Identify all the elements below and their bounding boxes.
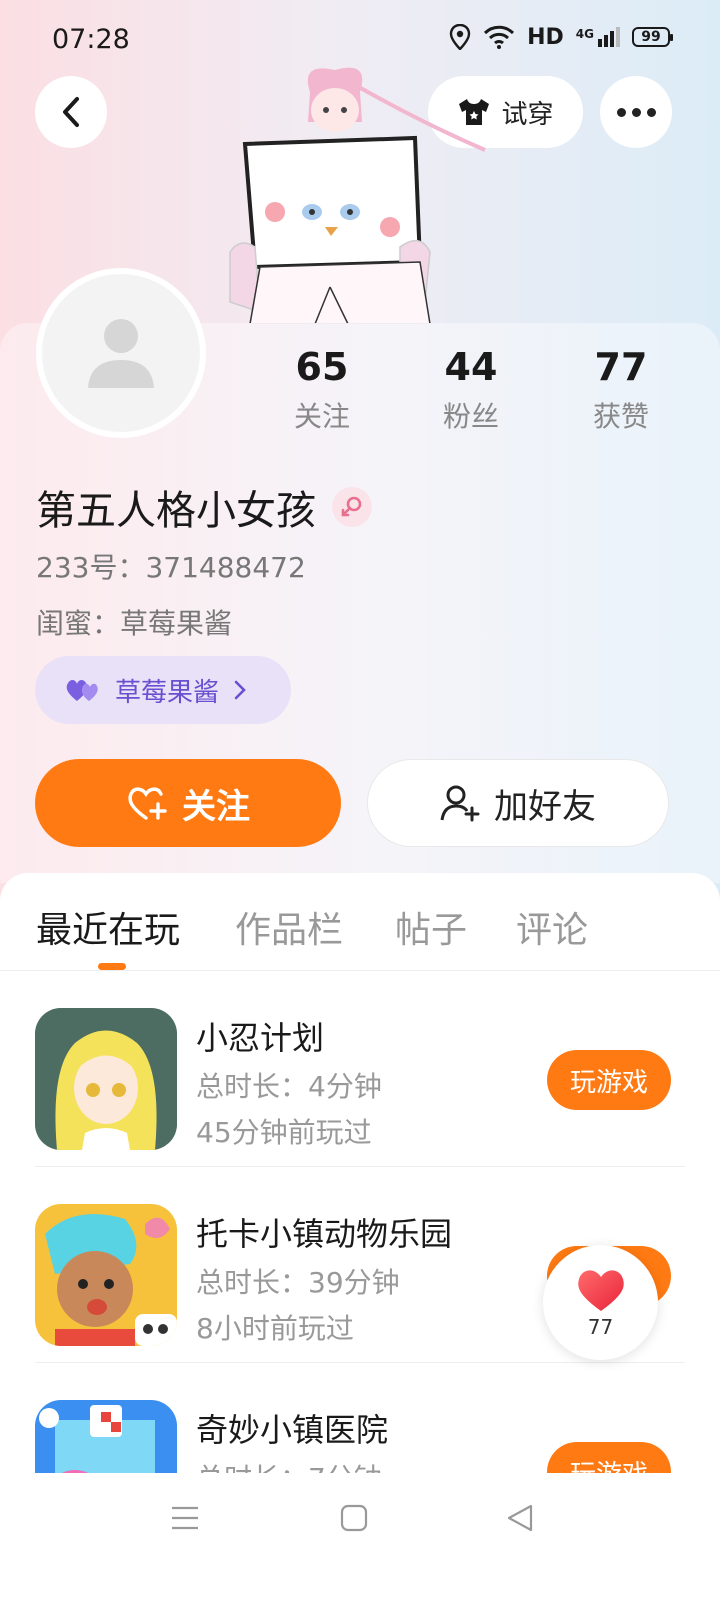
cellular-signal-icon: 4G [576, 27, 620, 47]
default-user-icon [88, 319, 154, 388]
stat-likes-label: 获赞 [592, 400, 649, 433]
like-count: 77 [587, 1314, 614, 1339]
chevron-right-icon [234, 680, 246, 700]
status-icons: HD 4G 99 [449, 24, 673, 50]
tab-posts[interactable]: 帖子 [395, 901, 467, 953]
game-duration: 总时长：39分钟 [196, 1266, 400, 1299]
bestie-info: 闺蜜：草莓果酱 [36, 607, 233, 640]
game-name: 托卡小镇动物乐园 [196, 1215, 453, 1253]
tab-comments[interactable]: 评论 [516, 901, 588, 953]
stat-following-value: 65 [295, 345, 349, 389]
location-icon [449, 24, 471, 50]
back-button[interactable] [35, 76, 107, 148]
bestie-chip[interactable]: 草莓果酱 [35, 656, 291, 724]
game-duration: 总时长：7分钟 [196, 1457, 382, 1473]
home-nav-icon[interactable] [339, 1503, 369, 1533]
profile-tabs: 最近在玩 作品栏 帖子 评论 [0, 873, 720, 971]
back-arrow-icon [63, 97, 79, 127]
content-panel: 最近在玩 作品栏 帖子 评论 小忍计划 总时长：4分钟 45分钟前玩过 玩游戏 [0, 873, 720, 1473]
add-friend-button[interactable]: 加好友 [367, 759, 669, 847]
battery-icon: 99 [632, 27, 673, 47]
avatar-character-figure [229, 67, 486, 324]
game-icon-xiaoren[interactable] [35, 1008, 177, 1150]
more-options-button[interactable] [600, 76, 672, 148]
female-gender-icon [332, 487, 372, 527]
game-icon-toca[interactable] [35, 1204, 177, 1346]
follow-label: 关注 [182, 786, 250, 827]
user-avatar[interactable] [36, 268, 206, 438]
username: 第五人格小女孩 [36, 488, 316, 534]
stat-followers[interactable]: 44 粉丝 [411, 345, 531, 435]
system-navigation-bar [0, 1473, 720, 1600]
game-icon-hospital[interactable] [35, 1400, 177, 1473]
play-game-button[interactable]: 玩游戏 [547, 1050, 671, 1110]
game-list-item[interactable]: 小忍计划 总时长：4分钟 45分钟前玩过 玩游戏 [0, 971, 720, 1167]
heart-plus-icon [128, 787, 167, 820]
wifi-icon [484, 25, 515, 49]
game-duration: 总时长：4分钟 [196, 1070, 382, 1103]
game-name: 奇妙小镇医院 [196, 1411, 389, 1449]
stat-likes-value: 77 [594, 345, 648, 389]
add-user-icon [440, 785, 480, 822]
account-id: 233号：371488472 [36, 551, 306, 584]
bestie-chip-label: 草莓果酱 [115, 677, 220, 708]
play-game-button[interactable]: 玩游戏 [547, 1442, 671, 1473]
heart-icon [577, 1269, 624, 1311]
follow-button[interactable]: 关注 [35, 759, 341, 847]
stat-following-label: 关注 [293, 400, 350, 433]
game-name: 小忍计划 [196, 1019, 325, 1057]
tab-works[interactable]: 作品栏 [235, 901, 343, 953]
status-time: 07:28 [52, 24, 130, 55]
stat-following[interactable]: 65 关注 [262, 345, 382, 435]
network-type-label: HD [527, 24, 564, 50]
game-last-played: 45分钟前玩过 [196, 1116, 372, 1149]
active-tab-indicator [98, 963, 126, 970]
stat-followers-value: 44 [444, 345, 498, 389]
double-heart-icon [66, 680, 98, 701]
try-on-label: 试穿 [501, 99, 554, 130]
add-friend-label: 加好友 [494, 786, 596, 827]
tab-recently-played[interactable]: 最近在玩 [36, 901, 180, 953]
battery-level: 99 [641, 29, 661, 45]
more-dots-icon [616, 107, 656, 117]
stat-likes[interactable]: 77 获赞 [561, 345, 681, 435]
username-row: 第五人格小女孩 [36, 478, 372, 536]
back-nav-icon[interactable] [505, 1503, 535, 1533]
game-list-item[interactable]: 奇妙小镇医院 总时长：7分钟 玩游戏 [0, 1363, 720, 1473]
like-floating-button[interactable]: 77 [543, 1245, 658, 1360]
signal-label: 4G [575, 27, 594, 41]
stat-followers-label: 粉丝 [442, 400, 499, 433]
menu-nav-icon[interactable] [170, 1503, 200, 1533]
game-last-played: 8小时前玩过 [196, 1312, 354, 1345]
